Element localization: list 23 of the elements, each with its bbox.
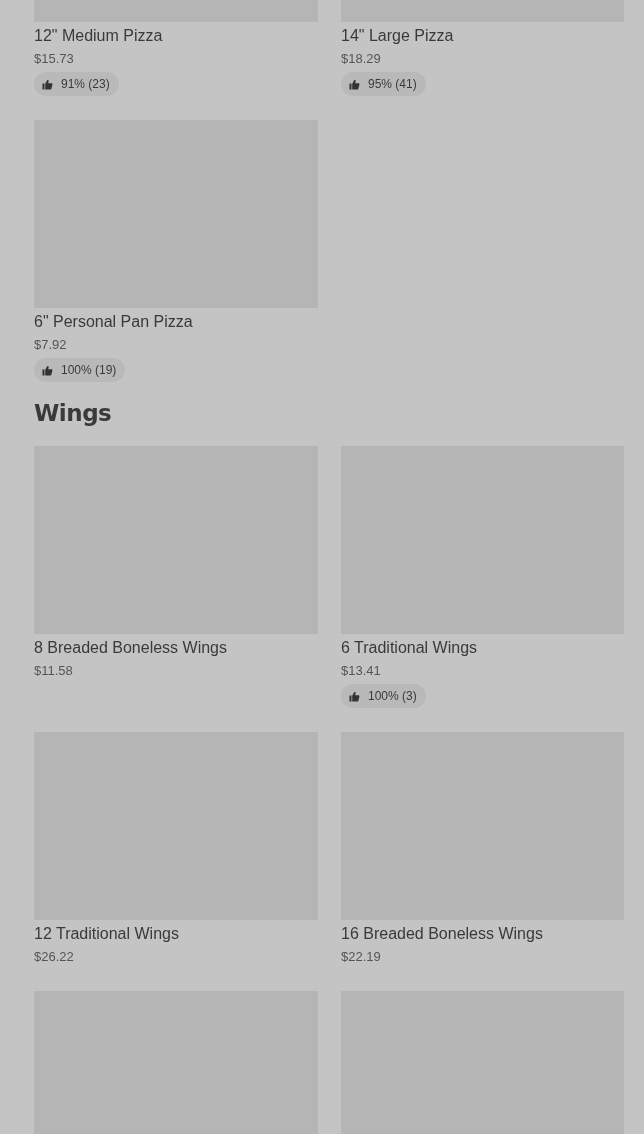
item-name: 6" Personal Pan Pizza [34, 312, 193, 332]
item-name: 12" Medium Pizza [34, 26, 163, 46]
thumbs-up-icon [42, 78, 53, 90]
thumbs-up-icon [349, 690, 360, 702]
rating-text: 100% (19) [61, 363, 117, 377]
rating-text: 91% (23) [61, 77, 110, 91]
item-price: $15.73 [34, 50, 74, 68]
item-price: $13.41 [341, 662, 381, 680]
thumbs-up-icon [42, 364, 53, 376]
rating-text: 100% (3) [368, 689, 417, 703]
item-name: 14" Large Pizza [341, 26, 454, 46]
item-price: $22.19 [341, 948, 381, 966]
item-price: $26.22 [34, 948, 74, 966]
item-name: 16 Breaded Boneless Wings [341, 924, 543, 944]
item-price: $18.29 [341, 50, 381, 68]
thumbs-up-icon [349, 78, 360, 90]
item-name: 6 Traditional Wings [341, 638, 478, 658]
item-price: $7.92 [34, 336, 67, 354]
section-heading: Wings [34, 399, 113, 428]
item-name: 8 Breaded Boneless Wings [34, 638, 227, 658]
rating-text: 95% (41) [368, 77, 417, 91]
item-price: $11.58 [34, 662, 73, 680]
item-name: 12 Traditional Wings [34, 924, 179, 944]
